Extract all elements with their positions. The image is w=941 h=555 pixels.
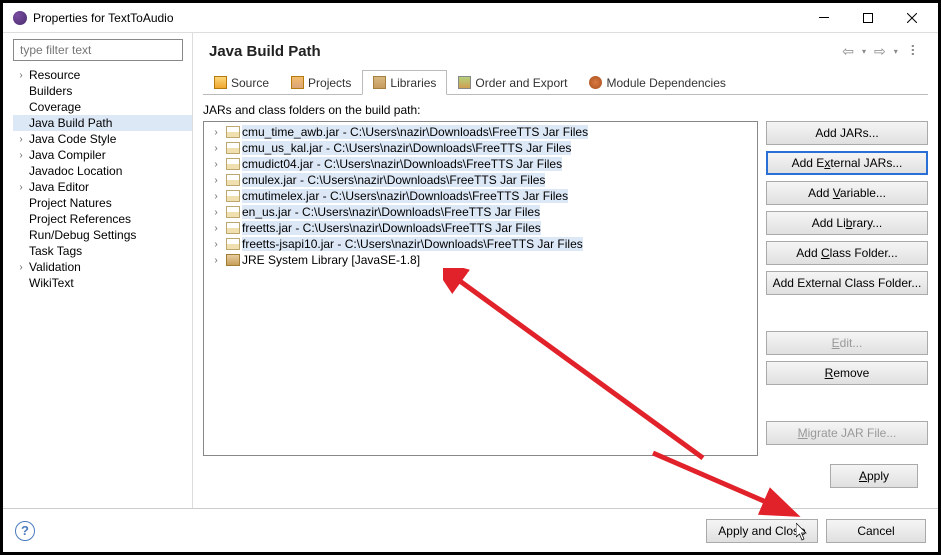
sidebar-item-java-code-style[interactable]: ›Java Code Style [13,131,192,147]
help-icon[interactable]: ? [15,521,35,541]
libraries-icon [373,76,386,89]
minimize-button[interactable] [802,4,846,32]
sidebar: ›ResourceBuildersCoverageJava Build Path… [3,33,193,508]
back-dropdown-icon[interactable]: ▾ [860,47,868,56]
page-title: Java Build Path [209,43,840,60]
maximize-button[interactable] [846,4,890,32]
jar-item[interactable]: › cmu_us_kal.jar - C:\Users\nazir\Downlo… [206,140,755,156]
nav-icons: ⇦ ▾ ⇨ ▾ ⠇ [840,43,922,60]
add-library-button[interactable]: Add Library... [766,211,928,235]
back-icon[interactable]: ⇦ [840,43,856,60]
source-icon [214,76,227,89]
tab-module-dependencies[interactable]: Module Dependencies [578,70,736,95]
add-external-class-folder-button[interactable]: Add External Class Folder... [766,271,928,295]
apply-button[interactable]: Apply [830,464,918,488]
forward-dropdown-icon[interactable]: ▾ [892,47,900,56]
menu-icon[interactable]: ⠇ [908,43,922,60]
add-class-folder-button[interactable]: Add Class Folder... [766,241,928,265]
jar-item[interactable]: › cmulex.jar - C:\Users\nazir\Downloads\… [206,172,755,188]
window-title: Properties for TextToAudio [33,11,802,25]
jar-item[interactable]: › cmutimelex.jar - C:\Users\nazir\Downlo… [206,188,755,204]
jar-icon [226,222,240,234]
migrate-jar-button: Migrate JAR File... [766,421,928,445]
jar-item[interactable]: › en_us.jar - C:\Users\nazir\Downloads\F… [206,204,755,220]
sidebar-item-java-compiler[interactable]: ›Java Compiler [13,147,192,163]
jar-item[interactable]: › cmudict04.jar - C:\Users\nazir\Downloa… [206,156,755,172]
jre-library-item[interactable]: › JRE System Library [JavaSE-1.8] [206,252,755,268]
sidebar-item-java-build-path[interactable]: Java Build Path [13,115,192,131]
module-icon [589,76,602,89]
sidebar-item-coverage[interactable]: Coverage [13,99,192,115]
close-button[interactable] [890,4,934,32]
jar-item[interactable]: › freetts.jar - C:\Users\nazir\Downloads… [206,220,755,236]
jar-item[interactable]: › freetts-jsapi10.jar - C:\Users\nazir\D… [206,236,755,252]
edit-button: Edit... [766,331,928,355]
content-header: Java Build Path ⇦ ▾ ⇨ ▾ ⠇ [193,33,938,69]
projects-icon [291,76,304,89]
cancel-button[interactable]: Cancel [826,519,926,543]
filter-input[interactable] [13,39,183,61]
library-icon [226,254,240,266]
sidebar-item-run-debug-settings[interactable]: Run/Debug Settings [13,227,192,243]
remove-button[interactable]: Remove [766,361,928,385]
tab-libraries[interactable]: Libraries [362,70,447,95]
tab-source[interactable]: Source [203,70,280,95]
add-jars-button[interactable]: Add JARs... [766,121,928,145]
jar-icon [226,238,240,250]
sidebar-item-builders[interactable]: Builders [13,83,192,99]
jar-icon [226,174,240,186]
sidebar-item-java-editor[interactable]: ›Java Editor [13,179,192,195]
order-icon [458,76,471,89]
tab-order-and-export[interactable]: Order and Export [447,70,578,95]
sidebar-item-wikitext[interactable]: WikiText [13,275,192,291]
properties-tree: ›ResourceBuildersCoverageJava Build Path… [13,67,192,508]
jar-item[interactable]: › cmu_time_awb.jar - C:\Users\nazir\Down… [206,124,755,140]
sidebar-item-validation[interactable]: ›Validation [13,259,192,275]
jar-list-label: JARs and class folders on the build path… [203,103,928,117]
jar-icon [226,158,240,170]
add-external-jars-button[interactable]: Add External JARs... [766,151,928,175]
sidebar-item-project-references[interactable]: Project References [13,211,192,227]
jar-icon [226,142,240,154]
sidebar-item-task-tags[interactable]: Task Tags [13,243,192,259]
jar-icon [226,206,240,218]
tab-projects[interactable]: Projects [280,70,362,95]
sidebar-item-project-natures[interactable]: Project Natures [13,195,192,211]
eclipse-icon [13,11,27,25]
add-variable-button[interactable]: Add Variable... [766,181,928,205]
jar-icon [226,126,240,138]
jar-list[interactable]: › cmu_time_awb.jar - C:\Users\nazir\Down… [203,121,758,456]
mouse-cursor-icon [796,523,808,541]
tabbar: SourceProjectsLibrariesOrder and ExportM… [203,69,928,95]
sidebar-item-javadoc-location[interactable]: Javadoc Location [13,163,192,179]
forward-icon[interactable]: ⇨ [872,43,888,60]
sidebar-item-resource[interactable]: ›Resource [13,67,192,83]
jar-icon [226,190,240,202]
titlebar: Properties for TextToAudio [3,3,938,33]
